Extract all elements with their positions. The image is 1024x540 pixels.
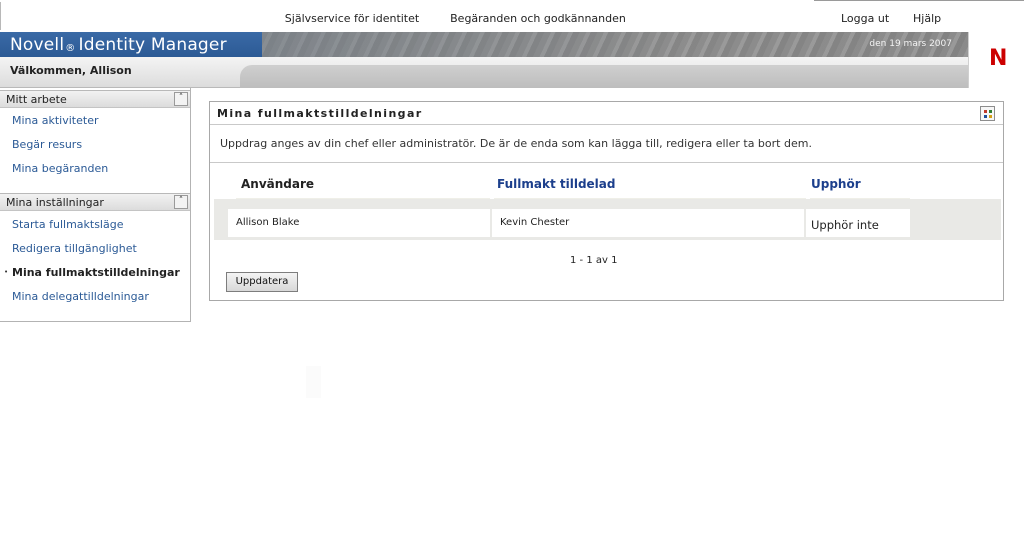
- cell-user: Allison Blake: [228, 209, 490, 237]
- sidebar-section-title: Mina inställningar: [6, 196, 104, 209]
- column-header-proxy-assigned[interactable]: Fullmakt tilldelad: [497, 177, 615, 191]
- cell-expires: Upphör inte: [806, 209, 910, 237]
- app-title: Novell® Identity Manager: [10, 35, 227, 55]
- novell-n-icon: N: [989, 46, 1008, 71]
- background-artifact: [306, 366, 321, 398]
- top-strip-tick: [0, 2, 1, 30]
- sidebar-item-edit-availability[interactable]: Redigera tillgänglighet: [12, 242, 137, 255]
- sidebar-item-start-proxy-mode[interactable]: Starta fullmaktsläge: [12, 218, 123, 231]
- sidebar-item-my-activities[interactable]: Mina aktiviteter: [12, 114, 99, 127]
- tab-identity-self-service[interactable]: Självservice för identitet: [262, 8, 442, 31]
- panel-description: Uppdrag anges av din chef eller administ…: [220, 137, 812, 150]
- sidebar-section-title: Mitt arbete: [6, 93, 67, 106]
- navigation-bar: Välkommen, Allison: [0, 57, 968, 88]
- current-date: den 19 mars 2007: [869, 39, 952, 49]
- product-name: Identity Manager: [78, 35, 227, 55]
- registered-mark: ®: [65, 43, 76, 54]
- header-banner: Novell® Identity Manager den 19 mars 2007: [0, 32, 968, 57]
- refresh-button[interactable]: Uppdatera: [226, 272, 298, 292]
- collapse-icon[interactable]: ˄: [174, 195, 188, 209]
- sidebar-section-my-work: Mitt arbete ˄: [0, 90, 190, 108]
- panel-divider: [210, 124, 1003, 125]
- sidebar-item-my-delegate-assignments[interactable]: Mina delegattilldelningar: [12, 290, 149, 303]
- description-divider: [210, 162, 1003, 163]
- pagination-info: 1 - 1 av 1: [570, 255, 618, 266]
- collapse-icon[interactable]: ˄: [174, 92, 188, 106]
- sidebar-item-request-resource[interactable]: Begär resurs: [12, 138, 82, 151]
- brand-name: Novell: [10, 35, 65, 55]
- help-link[interactable]: Hjälp: [913, 12, 941, 25]
- novell-logo: N: [968, 32, 1024, 88]
- table-row[interactable]: Allison Blake Kevin Chester Upphör inte: [214, 199, 1001, 240]
- banner-texture-overlay: [262, 32, 968, 57]
- top-strip-line: [814, 0, 1024, 1]
- welcome-text: Välkommen, Allison: [10, 64, 132, 77]
- column-header-expires[interactable]: Upphör: [811, 177, 861, 191]
- logout-link[interactable]: Logga ut: [841, 12, 889, 25]
- cell-proxy: Kevin Chester: [492, 209, 804, 237]
- sidebar-item-my-proxy-assignments[interactable]: Mina fullmaktstilldelningar: [12, 266, 180, 279]
- sidebar-item-my-requests[interactable]: Mina begäranden: [12, 162, 108, 175]
- grid-view-icon[interactable]: [980, 106, 995, 121]
- tab-requests-approvals[interactable]: Begäranden och godkännanden: [444, 8, 632, 31]
- panel-title: Mina fullmaktstilldelningar: [217, 107, 423, 120]
- proxy-assignments-panel: Mina fullmaktstilldelningar Uppdrag ange…: [209, 101, 1004, 301]
- column-header-user: Användare: [241, 177, 315, 191]
- tab-strip: [240, 65, 968, 88]
- sidebar: Mitt arbete ˄ Mina aktiviteter Begär res…: [0, 88, 191, 322]
- active-item-bullet-icon: •: [4, 268, 9, 276]
- sidebar-section-my-settings: Mina inställningar ˄: [0, 193, 190, 211]
